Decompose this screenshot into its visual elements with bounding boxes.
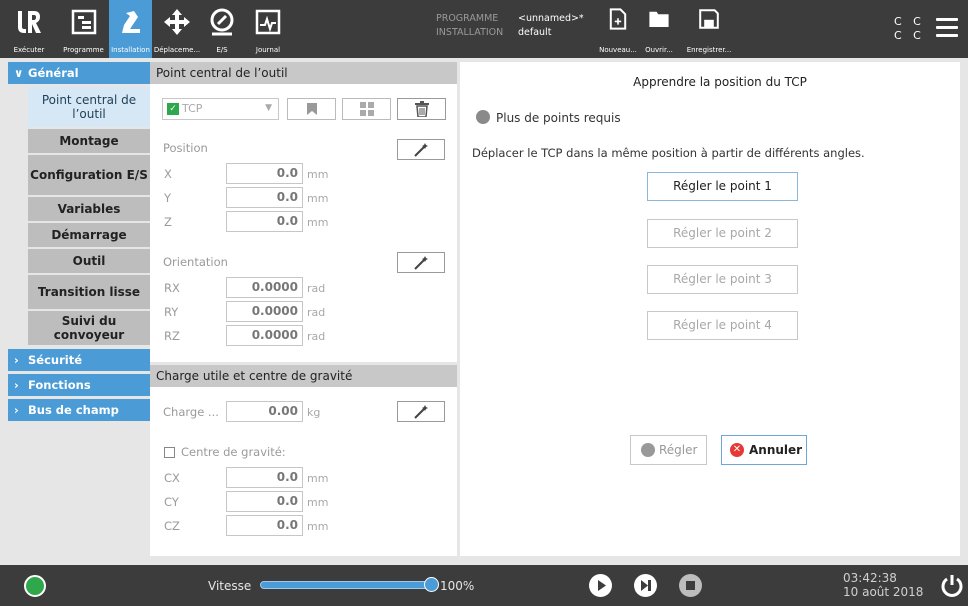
tcp-select[interactable]: ✓ TCP ▼ [162, 98, 279, 120]
chevron-right-icon: › [14, 353, 19, 367]
speed-slider[interactable] [260, 581, 432, 589]
x-field[interactable]: 0.0 [226, 163, 303, 184]
nav-group-bus-de-champ[interactable]: › Bus de champ [8, 399, 150, 421]
tab-programme[interactable]: Programme [58, 0, 109, 58]
payload-field[interactable]: 0.00 [226, 401, 303, 422]
ry-field[interactable]: 0.0000 [226, 301, 303, 322]
nav-item-configuration-es[interactable]: Configuration E/S [28, 155, 150, 195]
cog-checkbox[interactable] [164, 447, 175, 458]
hamburger-menu-icon[interactable] [936, 18, 958, 38]
teach-title: Apprendre la position du TCP [633, 75, 807, 89]
chevron-right-icon: › [14, 403, 19, 417]
plus-grid-icon [359, 102, 374, 116]
rz-field[interactable]: 0.0000 [226, 325, 303, 346]
status-cc: C C C C [894, 15, 925, 42]
payload-section-body: Charge ... 0.00 kg Centre de gravité: CX… [150, 387, 457, 556]
tab-deplacement[interactable]: Déplaceme... [152, 0, 202, 58]
set-point-3-button[interactable]: Régler le point 3 [647, 265, 798, 294]
ur-logo-icon [18, 11, 41, 33]
top-bar: Exécuter Programme Installation Déplacem… [0, 0, 968, 58]
rx-field[interactable]: 0.0000 [226, 277, 303, 298]
nav-item-suivi-convoyeur[interactable]: Suivi du convoyeur [28, 311, 150, 345]
tab-installation[interactable]: Installation [109, 0, 152, 58]
cancel-button[interactable]: ✕ Annuler [721, 435, 807, 465]
check-icon: ✓ [167, 103, 179, 115]
delete-tcp-button[interactable] [397, 98, 446, 120]
speed-slider-handle[interactable] [424, 577, 439, 592]
nav-item-tcp[interactable]: Point central de l’outil [28, 87, 150, 127]
cx-field[interactable]: 0.0 [226, 467, 303, 488]
y-field[interactable]: 0.0 [226, 187, 303, 208]
tcp-settings-panel: Point central de l’outil ✓ TCP ▼ Positio… [150, 62, 457, 556]
power-icon[interactable] [940, 573, 964, 597]
nav-item-transition-lisse[interactable]: Transition lisse [28, 275, 150, 309]
z-field[interactable]: 0.0 [226, 211, 303, 232]
nav-group-fonctions[interactable]: › Fonctions [8, 374, 150, 396]
installation-icon [121, 11, 140, 33]
cy-field[interactable]: 0.0 [226, 491, 303, 512]
play-icon [598, 580, 606, 591]
section-title-tcp: Point central de l’outil [150, 62, 457, 84]
io-icon [210, 8, 234, 36]
check-circle-icon [641, 443, 655, 457]
clock: 03:42:38 10 août 2018 [843, 571, 924, 599]
left-nav: ∨ Général Point central de l’outil Montag… [8, 62, 150, 556]
position-wizard-button[interactable] [397, 139, 445, 160]
teach-status: Plus de points requis [496, 111, 621, 125]
step-button[interactable] [634, 574, 657, 597]
new-file-icon [609, 8, 627, 30]
step-forward-icon [641, 580, 651, 591]
dropdown-arrow-icon: ▼ [265, 103, 272, 113]
chevron-right-icon: › [14, 378, 19, 392]
play-button[interactable] [589, 574, 612, 597]
set-point-2-button[interactable]: Régler le point 2 [647, 219, 798, 248]
stop-icon [686, 581, 695, 590]
cz-field[interactable]: 0.0 [226, 515, 303, 536]
nav-item-montage[interactable]: Montage [28, 129, 150, 153]
stop-button[interactable] [679, 574, 702, 597]
nav-item-variables[interactable]: Variables [28, 197, 150, 221]
orientation-wizard-button[interactable] [397, 252, 445, 273]
log-icon [255, 9, 281, 35]
add-tcp-button[interactable] [342, 98, 391, 120]
robot-status-icon[interactable] [24, 575, 46, 597]
close-circle-icon: ✕ [730, 443, 744, 457]
tab-es[interactable]: E/S [202, 0, 242, 58]
folder-icon [649, 11, 669, 27]
teach-tcp-panel: Apprendre la position du TCP Plus de poi… [460, 62, 960, 556]
bottom-bar: Vitesse 100% 03:42:38 10 août 2018 [0, 565, 968, 606]
open-button[interactable]: Ouvrir... [638, 0, 680, 58]
program-info: PROGRAMME <unnamed>* INSTALLATION default [436, 13, 584, 38]
nav-item-outil[interactable]: Outil [28, 249, 150, 273]
save-button[interactable]: Enregistrer... [680, 0, 738, 58]
chevron-down-icon: ∨ [14, 66, 24, 80]
move-icon [164, 9, 190, 35]
section-title-payload: Charge utile et centre de gravité [150, 365, 457, 387]
bookmark-icon [306, 103, 317, 115]
set-point-4-button[interactable]: Régler le point 4 [647, 311, 798, 340]
tab-journal[interactable]: Journal [242, 0, 294, 58]
tcp-section-body: ✓ TCP ▼ Position X 0.0 mm Y 0.0 mm Z 0.0… [150, 84, 457, 362]
tab-executer[interactable]: Exécuter [0, 0, 58, 58]
nav-item-demarrage[interactable]: Démarrage [28, 223, 150, 247]
status-indicator-icon [476, 110, 490, 124]
magic-wand-icon [414, 404, 428, 419]
new-button[interactable]: Nouveau... [598, 0, 638, 58]
payload-wizard-button[interactable] [397, 401, 445, 422]
bookmark-button[interactable] [287, 98, 336, 120]
program-icon [71, 9, 96, 35]
magic-wand-icon [414, 255, 428, 270]
save-icon [699, 9, 719, 29]
set-button[interactable]: Régler [630, 435, 707, 465]
set-point-1-button[interactable]: Régler le point 1 [647, 172, 798, 201]
trash-icon [414, 101, 429, 117]
magic-wand-icon [414, 142, 428, 157]
nav-group-securite[interactable]: › Sécurité [8, 349, 150, 371]
nav-group-general[interactable]: ∨ Général [8, 62, 150, 84]
teach-instruction: Déplacer le TCP dans la même position à … [472, 146, 865, 160]
